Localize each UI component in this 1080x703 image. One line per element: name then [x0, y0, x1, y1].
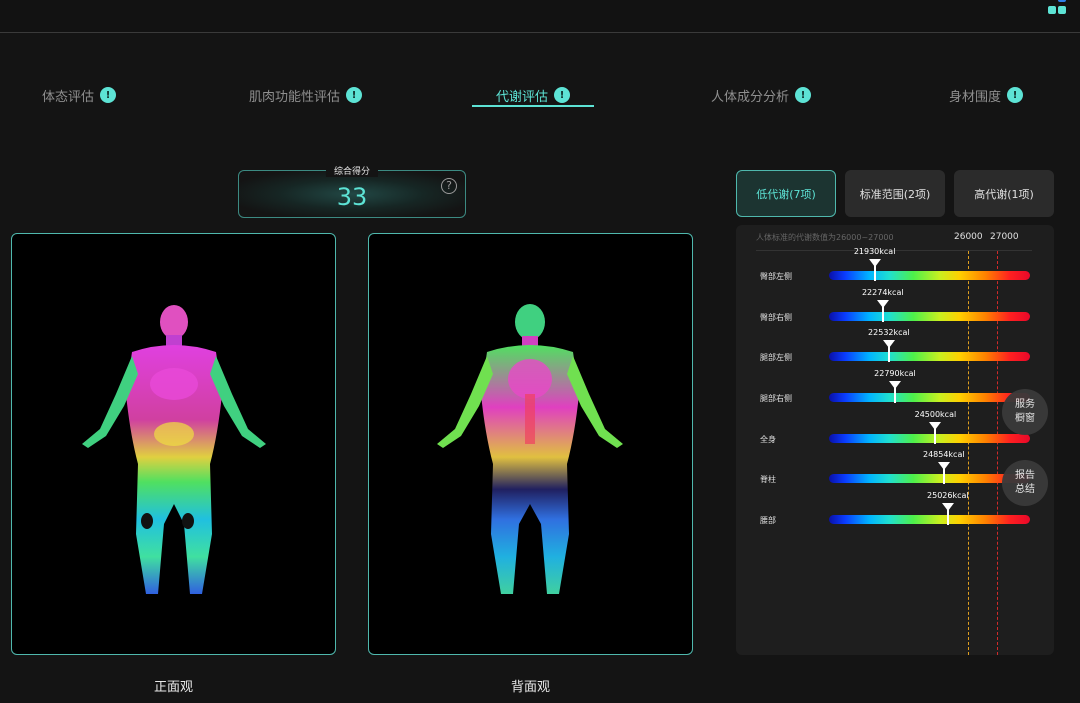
top-bar — [0, 0, 1080, 33]
row-value: 25026kcal — [927, 491, 969, 500]
high-metabolism-filter-button[interactable]: 高代谢(1项) — [954, 170, 1054, 217]
value-marker-icon — [941, 503, 954, 525]
row-value: 24854kcal — [922, 450, 965, 459]
alert-badge-icon: ! — [1007, 87, 1024, 103]
assessment-tabs: 体态评估 ! 肌肉功能性评估 ! 代谢评估 ! 人体成分分析 ! 身材围度 ! — [0, 80, 1080, 114]
low-metabolism-filter-button[interactable]: 低代谢(7项) — [736, 170, 836, 217]
metabolism-panel: 人体标准的代谢数值为26000~27000 26000 27000 臀部左侧 2… — [736, 225, 1054, 655]
tab-muscle-function[interactable]: 肌肉功能性评估 ! — [249, 86, 363, 114]
value-marker-icon — [868, 259, 881, 281]
threshold-high-label: 27000 — [990, 232, 1019, 242]
row-label: 脊柱 — [760, 475, 776, 484]
tab-metabolism[interactable]: 代谢评估 ! — [496, 86, 571, 114]
back-view-caption: 背面观 — [510, 680, 550, 695]
alert-badge-icon: ! — [554, 87, 571, 103]
thermal-back-view — [368, 233, 693, 655]
metabolism-row: 臀部右侧 22274kcal — [736, 288, 1054, 332]
score-label: 综合得分 — [325, 164, 379, 177]
alert-badge-icon: ! — [346, 87, 363, 103]
row-label: 腿部左侧 — [760, 353, 792, 362]
tab-label: 人体成分分析 — [711, 90, 790, 105]
tab-posture[interactable]: 体态评估 ! — [42, 86, 117, 114]
row-label: 全身 — [760, 435, 776, 444]
report-label-line2: 总结 — [1015, 484, 1035, 495]
metabolism-row: 腿部左侧 22532kcal — [736, 328, 1054, 372]
row-value: 22790kcal — [874, 369, 916, 378]
report-summary-button[interactable]: 报告 总结 — [1002, 460, 1048, 506]
tab-body-composition[interactable]: 人体成分分析 ! — [711, 86, 812, 114]
metabolism-row: 臀部左侧 21930kcal — [736, 247, 1054, 291]
thermal-front-view — [11, 233, 336, 655]
alert-badge-icon: ! — [795, 87, 812, 103]
report-label-line1: 报告 — [1015, 470, 1035, 481]
row-label: 腿部右侧 — [760, 394, 792, 403]
gradient-bar — [829, 515, 1030, 524]
tab-label: 肌肉功能性评估 — [249, 90, 341, 105]
service-label-line2: 橱窗 — [1015, 413, 1035, 424]
row-label: 腰部 — [760, 516, 776, 525]
gradient-bar — [829, 352, 1030, 361]
value-marker-icon — [882, 340, 895, 362]
gradient-bar — [829, 312, 1030, 321]
gradient-bar — [829, 393, 1030, 402]
value-marker-icon — [929, 422, 942, 444]
row-label: 臀部左侧 — [760, 272, 792, 281]
row-value: 21930kcal — [853, 247, 896, 256]
question-circle-icon[interactable]: ? — [441, 178, 457, 194]
score-value: 33 — [336, 183, 368, 211]
gradient-bar — [829, 271, 1030, 280]
tab-label: 身材围度 — [949, 90, 1002, 105]
value-marker-icon — [937, 462, 950, 484]
service-label-line1: 服务 — [1015, 399, 1035, 410]
thermal-body-back-image — [437, 304, 623, 594]
gradient-bar — [829, 474, 1030, 483]
row-value: 22274kcal — [861, 288, 904, 297]
value-marker-icon — [888, 381, 901, 403]
standard-range-filter-button[interactable]: 标准范围(2项) — [845, 170, 945, 217]
thermal-body-front-image — [82, 305, 266, 594]
tab-label: 体态评估 — [42, 90, 95, 105]
threshold-low-label: 26000 — [954, 232, 983, 242]
standard-range-note: 人体标准的代谢数值为26000~27000 — [756, 233, 894, 242]
front-view-caption: 正面观 — [153, 680, 193, 695]
composite-score-card: 综合得分 33 ? — [238, 164, 466, 218]
service-showcase-button[interactable]: 服务 橱窗 — [1002, 389, 1048, 435]
active-tab-indicator — [472, 105, 594, 107]
tab-body-circumference[interactable]: 身材围度 ! — [949, 86, 1024, 114]
value-marker-icon — [876, 300, 889, 322]
metabolism-row: 腰部 25026kcal — [736, 491, 1054, 535]
tab-label: 代谢评估 — [496, 90, 549, 105]
app-grid-icon[interactable] — [1046, 0, 1068, 16]
alert-badge-icon: ! — [100, 87, 117, 103]
row-value: 22532kcal — [868, 328, 910, 337]
row-value: 24500kcal — [914, 410, 957, 419]
row-label: 臀部右侧 — [760, 313, 792, 322]
